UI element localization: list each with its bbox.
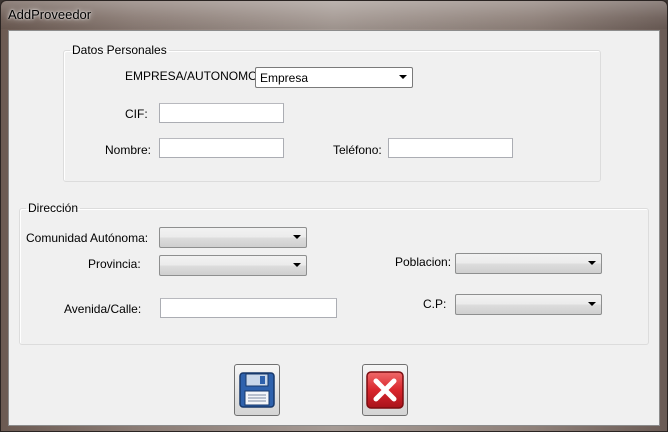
direccion-legend: Dirección — [28, 201, 79, 215]
nombre-label: Nombre: — [105, 143, 152, 157]
save-button[interactable] — [234, 364, 280, 416]
provincia-select[interactable] — [159, 255, 307, 276]
datos-personales-legend: Datos Personales — [72, 43, 167, 57]
cp-select[interactable] — [455, 294, 602, 315]
poblacion-label: Poblacion: — [395, 255, 452, 269]
dialog-window: AddProveedor Datos Personales EMPRESA/AU… — [0, 0, 668, 432]
telefono-field[interactable] — [388, 138, 513, 158]
floppy-disk-icon — [239, 372, 275, 408]
title-bar[interactable]: AddProveedor — [1, 1, 667, 29]
red-x-icon — [366, 371, 404, 409]
avenida-field[interactable] — [160, 298, 337, 318]
cancel-button[interactable] — [362, 364, 408, 416]
chevron-down-icon — [588, 261, 596, 265]
cif-label: CIF: — [125, 107, 148, 121]
chevron-down-icon — [588, 302, 596, 306]
tipo-label: EMPRESA/AUTONOMO: — [125, 69, 261, 83]
tipo-select-value: Empresa — [258, 70, 311, 86]
dialog-client-area: Datos Personales EMPRESA/AUTONOMO: Empre… — [8, 30, 660, 426]
comunidad-label: Comunidad Autónoma: — [26, 231, 149, 245]
chevron-down-icon — [293, 263, 301, 267]
cif-field[interactable] — [159, 103, 284, 123]
avenida-label: Avenida/Calle: — [64, 302, 142, 316]
provincia-label: Provincia: — [88, 257, 141, 271]
chevron-down-icon — [293, 235, 301, 239]
comunidad-select[interactable] — [159, 227, 307, 248]
window-title: AddProveedor — [8, 7, 92, 22]
poblacion-select[interactable] — [455, 253, 602, 274]
telefono-label: Teléfono: — [333, 143, 382, 157]
chevron-down-icon — [399, 75, 407, 79]
nombre-field[interactable] — [159, 138, 284, 158]
cp-label: C.P: — [423, 297, 447, 311]
tipo-select[interactable]: Empresa — [255, 67, 413, 88]
